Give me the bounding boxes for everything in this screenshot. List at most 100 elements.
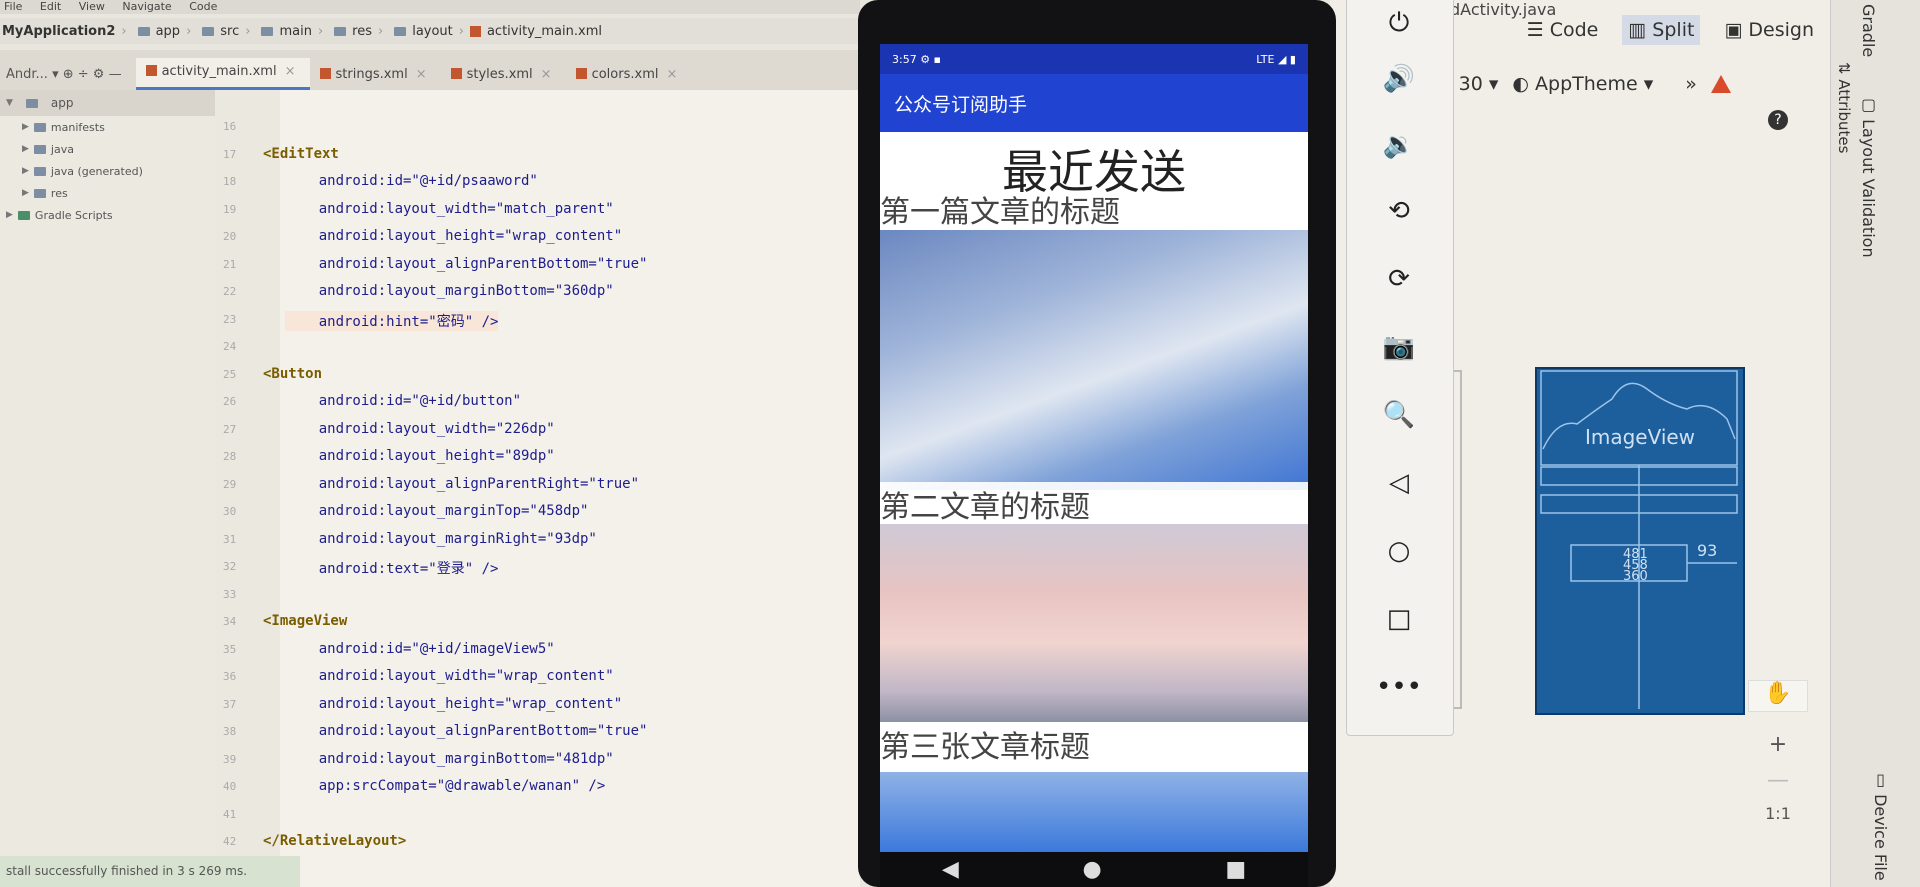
code-line[interactable]: android:layout_width="wrap_content": [285, 668, 614, 684]
home-icon[interactable]: ○: [1377, 529, 1421, 573]
tree-item-gradle-scripts[interactable]: ▶ Gradle Scripts: [0, 204, 215, 226]
line-number: 19: [223, 202, 237, 216]
article-image-2[interactable]: [880, 524, 1308, 722]
code-line[interactable]: <Button: [263, 366, 322, 382]
breadcrumb-file[interactable]: activity_main.xml: [487, 24, 602, 39]
volume-down-icon[interactable]: 🔉: [1377, 123, 1421, 167]
code-line[interactable]: android:layout_marginTop="458dp": [285, 503, 589, 519]
article-title-3[interactable]: 第三张文章标题: [880, 722, 1308, 766]
project-root[interactable]: ▼ app: [0, 90, 215, 116]
breadcrumb-project[interactable]: MyApplication2: [2, 24, 115, 39]
folder-icon: [334, 26, 347, 36]
code-line[interactable]: android:id="@+id/button": [285, 393, 521, 409]
nav-recents-icon[interactable]: ■: [1225, 857, 1246, 882]
code-line[interactable]: android:layout_height="wrap_content": [285, 228, 622, 244]
blueprint-view[interactable]: ImageView 93 481 458 360: [1535, 367, 1745, 715]
close-icon[interactable]: ×: [666, 67, 677, 82]
code-line[interactable]: android:layout_width="226dp": [285, 421, 555, 437]
pan-icon[interactable]: ✋: [1748, 680, 1808, 712]
code-line[interactable]: android:layout_marginBottom="481dp": [285, 751, 614, 767]
tab-label: styles.xml: [466, 67, 533, 82]
nav-home-icon[interactable]: ●: [1082, 857, 1101, 882]
nav-back-icon[interactable]: ◀: [942, 857, 959, 882]
tree-item-manifests[interactable]: ▶ manifests: [0, 116, 215, 138]
menu-view[interactable]: View: [79, 0, 105, 13]
code-line[interactable]: android:layout_height="wrap_content": [285, 696, 622, 712]
code-line[interactable]: android:layout_alignParentRight="true": [285, 476, 639, 492]
menu-navigate[interactable]: Navigate: [122, 0, 171, 13]
code-line[interactable]: android:text="登录" />: [285, 558, 499, 578]
rotate-left-icon[interactable]: ⟲: [1377, 189, 1421, 233]
close-icon[interactable]: ×: [285, 64, 296, 79]
code-line[interactable]: android:layout_marginRight="93dp": [285, 531, 597, 547]
line-number: 34: [223, 615, 237, 628]
zoom-out-button[interactable]: —: [1748, 768, 1808, 804]
breadcrumb-res[interactable]: res: [352, 24, 372, 39]
breadcrumb-app[interactable]: app: [156, 24, 180, 39]
breadcrumb-src[interactable]: src: [220, 24, 239, 39]
power-icon[interactable]: ⏻: [1377, 1, 1421, 45]
article-title-2[interactable]: 第二文章的标题: [880, 482, 1308, 526]
device-file-tab[interactable]: ▯ Device File: [1871, 770, 1890, 881]
code-line[interactable]: android:layout_alignParentBottom="true": [285, 723, 648, 739]
code-line[interactable]: android:layout_height="89dp": [285, 448, 555, 464]
code-line[interactable]: android:hint="密码" />: [285, 310, 499, 331]
emulator-screen[interactable]: 3:57 ⚙ ▪ LTE ◢ ▮ 公众号订阅助手 最近发送 第一篇文章的标题 第…: [880, 44, 1308, 852]
tree-item-java[interactable]: ▶ java: [0, 138, 215, 160]
code-line[interactable]: android:layout_width="match_parent": [285, 201, 614, 217]
attributes-tab[interactable]: ⇅ Attributes: [1835, 62, 1853, 153]
line-number: 26: [223, 395, 237, 408]
clock-text: 3:57: [892, 52, 917, 66]
tree-item-res[interactable]: ▶ res: [0, 182, 215, 204]
api-level-selector[interactable]: 30 ▾: [1459, 73, 1499, 95]
code-view-button[interactable]: ☰ Code: [1521, 15, 1605, 45]
breadcrumb-main[interactable]: main: [279, 24, 311, 39]
tab-activity-main[interactable]: activity_main.xml ×: [135, 58, 310, 90]
tab-colors[interactable]: colors.xml ×: [566, 61, 692, 90]
split-view-button[interactable]: ▥ Split: [1622, 15, 1701, 45]
design-view-button[interactable]: ▣ Design: [1718, 15, 1820, 45]
code-line[interactable]: </RelativeLayout>: [263, 833, 406, 849]
breadcrumb-layout[interactable]: layout: [412, 24, 453, 39]
volume-up-icon[interactable]: 🔊: [1377, 57, 1421, 101]
code-line[interactable]: android:id="@+id/psaaword": [285, 173, 538, 189]
code-editor[interactable]: 16 17 18 19 20 21 22 23 24 25 26 27 28 29 30 31 32 33 34 35…: [215, 90, 860, 887]
code-line[interactable]: <EditText: [263, 146, 339, 162]
back-icon[interactable]: ◁: [1377, 461, 1421, 505]
code-line[interactable]: android:id="@+id/imageView5": [285, 641, 555, 657]
line-number: 37: [223, 697, 237, 711]
zoom-in-button[interactable]: +: [1748, 732, 1808, 768]
menu-file[interactable]: File: [4, 0, 22, 13]
code-line[interactable]: app:srcCompat="@drawable/wanan" />: [285, 778, 606, 794]
close-icon[interactable]: ×: [541, 67, 552, 82]
menu-edit[interactable]: Edit: [40, 0, 61, 13]
zoom-icon[interactable]: 🔍: [1377, 393, 1421, 437]
code-line[interactable]: android:layout_alignParentBottom="true": [285, 256, 648, 272]
tab-strings[interactable]: strings.xml ×: [310, 61, 441, 90]
gradle-tab[interactable]: Gradle: [1859, 4, 1878, 57]
theme-selector[interactable]: ◐ AppTheme ▾: [1512, 73, 1653, 95]
camera-icon[interactable]: 📷: [1377, 325, 1421, 369]
article-title-1[interactable]: 第一篇文章的标题: [880, 187, 1120, 231]
code-line[interactable]: <ImageView: [263, 613, 347, 629]
tree-item-java-generated[interactable]: ▶ java (generated): [0, 160, 215, 182]
line-number: 22: [223, 285, 237, 298]
overflow-icon[interactable]: »: [1685, 73, 1697, 95]
line-number: 38: [223, 725, 237, 738]
code-line[interactable]: android:layout_marginBottom="360dp": [285, 283, 614, 299]
article-image-1[interactable]: [880, 230, 1308, 490]
layout-validation-tab[interactable]: ▢ Layout Validation: [1859, 95, 1878, 258]
menu-code[interactable]: Code: [189, 0, 217, 13]
help-icon[interactable]: ?: [1768, 110, 1788, 130]
folder-icon: [137, 26, 150, 36]
close-icon[interactable]: ×: [416, 67, 427, 82]
article-image-3[interactable]: [880, 772, 1308, 852]
rotate-right-icon[interactable]: ⟳: [1377, 257, 1421, 301]
overview-icon[interactable]: □: [1377, 597, 1421, 641]
more-icon[interactable]: •••: [1376, 665, 1422, 709]
project-view-selector[interactable]: Andr... ▾ ⊕ ÷ ⚙ —: [0, 61, 136, 90]
zoom-reset-button[interactable]: 1:1: [1748, 804, 1808, 840]
attributes-label: Attributes: [1835, 79, 1853, 154]
tab-styles[interactable]: styles.xml ×: [441, 61, 566, 90]
warning-icon[interactable]: [1710, 75, 1731, 93]
